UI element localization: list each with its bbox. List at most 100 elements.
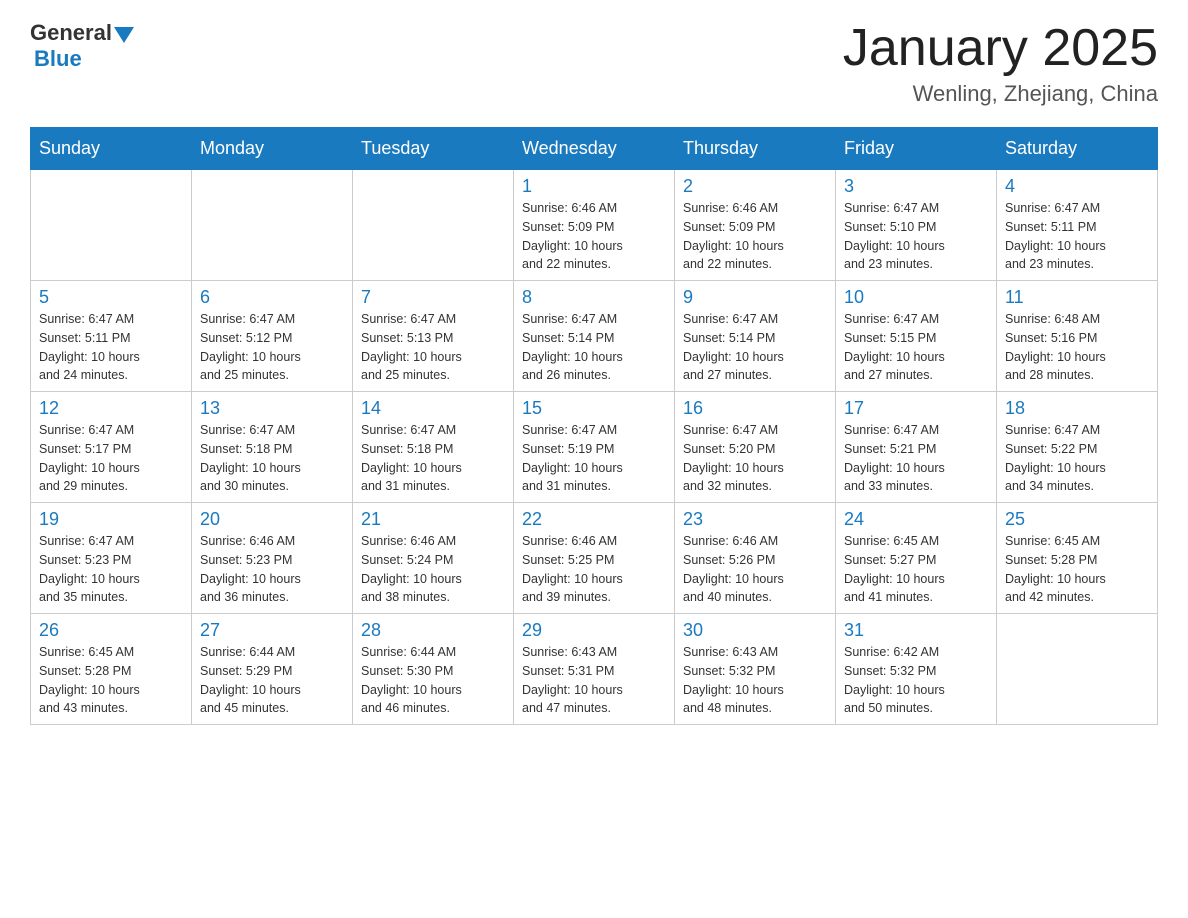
day-number: 20 [200, 509, 344, 530]
day-number: 18 [1005, 398, 1149, 419]
calendar-header-wednesday: Wednesday [514, 128, 675, 170]
day-info: Sunrise: 6:45 AM Sunset: 5:28 PM Dayligh… [1005, 532, 1149, 607]
day-number: 4 [1005, 176, 1149, 197]
day-number: 23 [683, 509, 827, 530]
day-number: 26 [39, 620, 183, 641]
day-number: 22 [522, 509, 666, 530]
calendar-cell: 8Sunrise: 6:47 AM Sunset: 5:14 PM Daylig… [514, 281, 675, 392]
calendar-header-monday: Monday [192, 128, 353, 170]
day-info: Sunrise: 6:47 AM Sunset: 5:18 PM Dayligh… [200, 421, 344, 496]
calendar-cell [31, 170, 192, 281]
day-info: Sunrise: 6:47 AM Sunset: 5:14 PM Dayligh… [522, 310, 666, 385]
day-number: 25 [1005, 509, 1149, 530]
calendar-cell [192, 170, 353, 281]
day-number: 16 [683, 398, 827, 419]
day-info: Sunrise: 6:46 AM Sunset: 5:26 PM Dayligh… [683, 532, 827, 607]
calendar-cell: 29Sunrise: 6:43 AM Sunset: 5:31 PM Dayli… [514, 614, 675, 725]
day-info: Sunrise: 6:47 AM Sunset: 5:17 PM Dayligh… [39, 421, 183, 496]
calendar-cell: 14Sunrise: 6:47 AM Sunset: 5:18 PM Dayli… [353, 392, 514, 503]
day-info: Sunrise: 6:47 AM Sunset: 5:20 PM Dayligh… [683, 421, 827, 496]
calendar-cell [997, 614, 1158, 725]
calendar-cell: 21Sunrise: 6:46 AM Sunset: 5:24 PM Dayli… [353, 503, 514, 614]
calendar-cell: 15Sunrise: 6:47 AM Sunset: 5:19 PM Dayli… [514, 392, 675, 503]
day-info: Sunrise: 6:47 AM Sunset: 5:23 PM Dayligh… [39, 532, 183, 607]
calendar-cell: 20Sunrise: 6:46 AM Sunset: 5:23 PM Dayli… [192, 503, 353, 614]
day-number: 28 [361, 620, 505, 641]
day-info: Sunrise: 6:44 AM Sunset: 5:29 PM Dayligh… [200, 643, 344, 718]
calendar-header-sunday: Sunday [31, 128, 192, 170]
calendar-week-row: 12Sunrise: 6:47 AM Sunset: 5:17 PM Dayli… [31, 392, 1158, 503]
day-info: Sunrise: 6:47 AM Sunset: 5:19 PM Dayligh… [522, 421, 666, 496]
page-header: General Blue January 2025 Wenling, Zheji… [30, 20, 1158, 107]
day-number: 2 [683, 176, 827, 197]
calendar-cell: 5Sunrise: 6:47 AM Sunset: 5:11 PM Daylig… [31, 281, 192, 392]
day-number: 15 [522, 398, 666, 419]
calendar-cell: 9Sunrise: 6:47 AM Sunset: 5:14 PM Daylig… [675, 281, 836, 392]
day-number: 7 [361, 287, 505, 308]
day-info: Sunrise: 6:46 AM Sunset: 5:24 PM Dayligh… [361, 532, 505, 607]
calendar-cell: 13Sunrise: 6:47 AM Sunset: 5:18 PM Dayli… [192, 392, 353, 503]
day-info: Sunrise: 6:48 AM Sunset: 5:16 PM Dayligh… [1005, 310, 1149, 385]
day-info: Sunrise: 6:47 AM Sunset: 5:15 PM Dayligh… [844, 310, 988, 385]
calendar-cell: 18Sunrise: 6:47 AM Sunset: 5:22 PM Dayli… [997, 392, 1158, 503]
day-number: 21 [361, 509, 505, 530]
day-info: Sunrise: 6:46 AM Sunset: 5:09 PM Dayligh… [522, 199, 666, 274]
location-subtitle: Wenling, Zhejiang, China [843, 81, 1158, 107]
calendar-cell: 17Sunrise: 6:47 AM Sunset: 5:21 PM Dayli… [836, 392, 997, 503]
day-number: 29 [522, 620, 666, 641]
day-number: 6 [200, 287, 344, 308]
calendar-header-tuesday: Tuesday [353, 128, 514, 170]
day-number: 10 [844, 287, 988, 308]
day-info: Sunrise: 6:47 AM Sunset: 5:13 PM Dayligh… [361, 310, 505, 385]
day-info: Sunrise: 6:47 AM Sunset: 5:10 PM Dayligh… [844, 199, 988, 274]
calendar-cell: 3Sunrise: 6:47 AM Sunset: 5:10 PM Daylig… [836, 170, 997, 281]
calendar-header-row: SundayMondayTuesdayWednesdayThursdayFrid… [31, 128, 1158, 170]
calendar-week-row: 19Sunrise: 6:47 AM Sunset: 5:23 PM Dayli… [31, 503, 1158, 614]
logo-general-text: General [30, 20, 112, 46]
day-info: Sunrise: 6:47 AM Sunset: 5:12 PM Dayligh… [200, 310, 344, 385]
calendar-cell: 1Sunrise: 6:46 AM Sunset: 5:09 PM Daylig… [514, 170, 675, 281]
day-info: Sunrise: 6:47 AM Sunset: 5:14 PM Dayligh… [683, 310, 827, 385]
day-info: Sunrise: 6:46 AM Sunset: 5:23 PM Dayligh… [200, 532, 344, 607]
logo-top: General [30, 20, 134, 46]
logo: General Blue [30, 20, 134, 72]
logo-blue-text: Blue [34, 46, 82, 72]
day-info: Sunrise: 6:47 AM Sunset: 5:21 PM Dayligh… [844, 421, 988, 496]
day-info: Sunrise: 6:42 AM Sunset: 5:32 PM Dayligh… [844, 643, 988, 718]
calendar-week-row: 26Sunrise: 6:45 AM Sunset: 5:28 PM Dayli… [31, 614, 1158, 725]
calendar-cell: 2Sunrise: 6:46 AM Sunset: 5:09 PM Daylig… [675, 170, 836, 281]
day-info: Sunrise: 6:47 AM Sunset: 5:18 PM Dayligh… [361, 421, 505, 496]
month-title: January 2025 [843, 20, 1158, 77]
calendar-cell: 25Sunrise: 6:45 AM Sunset: 5:28 PM Dayli… [997, 503, 1158, 614]
calendar-cell: 4Sunrise: 6:47 AM Sunset: 5:11 PM Daylig… [997, 170, 1158, 281]
calendar-cell: 28Sunrise: 6:44 AM Sunset: 5:30 PM Dayli… [353, 614, 514, 725]
calendar-cell: 19Sunrise: 6:47 AM Sunset: 5:23 PM Dayli… [31, 503, 192, 614]
day-info: Sunrise: 6:45 AM Sunset: 5:27 PM Dayligh… [844, 532, 988, 607]
day-info: Sunrise: 6:47 AM Sunset: 5:11 PM Dayligh… [39, 310, 183, 385]
calendar-cell: 30Sunrise: 6:43 AM Sunset: 5:32 PM Dayli… [675, 614, 836, 725]
day-number: 17 [844, 398, 988, 419]
calendar-cell: 10Sunrise: 6:47 AM Sunset: 5:15 PM Dayli… [836, 281, 997, 392]
day-number: 27 [200, 620, 344, 641]
day-info: Sunrise: 6:46 AM Sunset: 5:09 PM Dayligh… [683, 199, 827, 274]
day-number: 3 [844, 176, 988, 197]
day-number: 30 [683, 620, 827, 641]
day-number: 8 [522, 287, 666, 308]
day-info: Sunrise: 6:45 AM Sunset: 5:28 PM Dayligh… [39, 643, 183, 718]
day-number: 19 [39, 509, 183, 530]
day-info: Sunrise: 6:47 AM Sunset: 5:22 PM Dayligh… [1005, 421, 1149, 496]
day-number: 31 [844, 620, 988, 641]
title-area: January 2025 Wenling, Zhejiang, China [843, 20, 1158, 107]
day-number: 5 [39, 287, 183, 308]
day-number: 11 [1005, 287, 1149, 308]
calendar-header-friday: Friday [836, 128, 997, 170]
calendar-week-row: 5Sunrise: 6:47 AM Sunset: 5:11 PM Daylig… [31, 281, 1158, 392]
day-info: Sunrise: 6:47 AM Sunset: 5:11 PM Dayligh… [1005, 199, 1149, 274]
day-info: Sunrise: 6:43 AM Sunset: 5:31 PM Dayligh… [522, 643, 666, 718]
day-info: Sunrise: 6:46 AM Sunset: 5:25 PM Dayligh… [522, 532, 666, 607]
calendar-cell: 22Sunrise: 6:46 AM Sunset: 5:25 PM Dayli… [514, 503, 675, 614]
calendar-table: SundayMondayTuesdayWednesdayThursdayFrid… [30, 127, 1158, 725]
calendar-header-thursday: Thursday [675, 128, 836, 170]
day-number: 12 [39, 398, 183, 419]
calendar-cell: 12Sunrise: 6:47 AM Sunset: 5:17 PM Dayli… [31, 392, 192, 503]
